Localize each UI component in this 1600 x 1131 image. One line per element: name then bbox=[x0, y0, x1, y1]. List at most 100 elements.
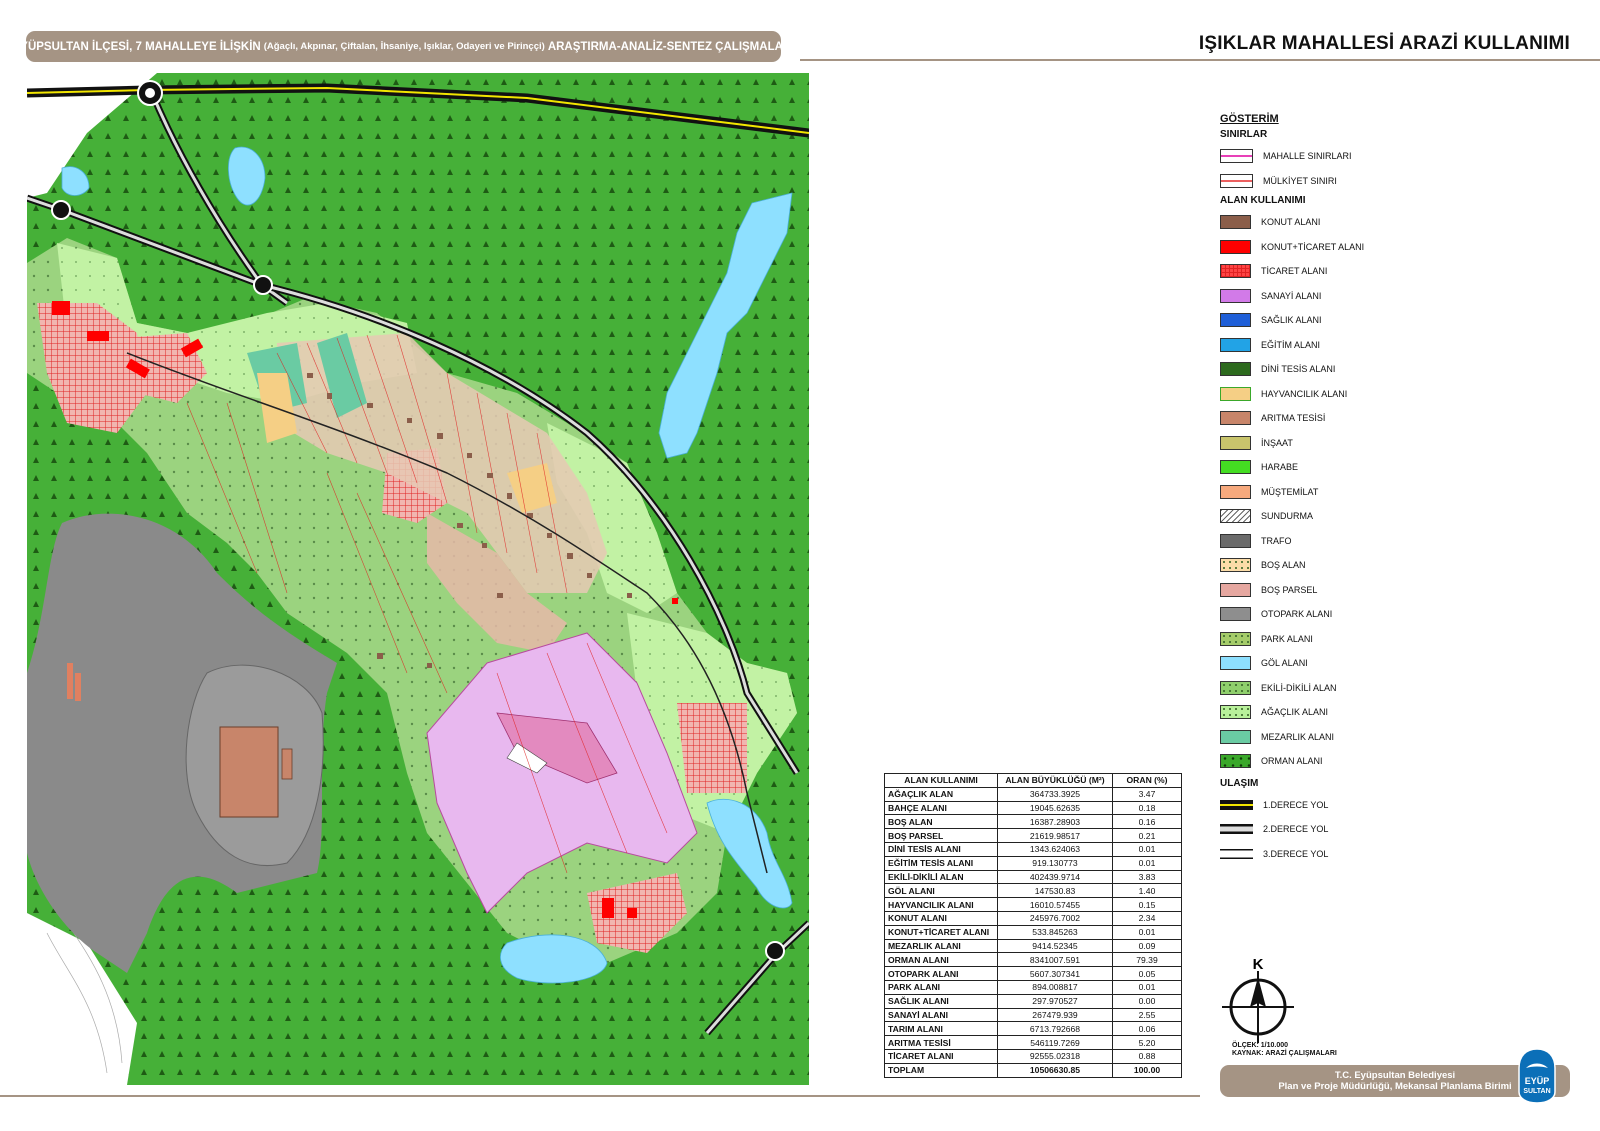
table-cell: 2.55 bbox=[1112, 1007, 1182, 1023]
table-cell: 16010.57455 bbox=[997, 897, 1113, 912]
table-cell: 10506630.85 bbox=[997, 1062, 1113, 1078]
table-row: BOŞ PARSEL 21619.98517 0.21 bbox=[884, 828, 1182, 843]
legend-label: AĞAÇLIK ALANI bbox=[1261, 707, 1329, 718]
legend-label: SAĞLIK ALANI bbox=[1261, 315, 1322, 326]
scale-note: ÖLÇEK: 1/10.000 KAYNAK: ARAZİ ÇALIŞMALAR… bbox=[1232, 1042, 1337, 1058]
legend-swatch bbox=[1220, 705, 1251, 720]
table-cell: MEZARLIK ALANI bbox=[884, 938, 998, 954]
footer-rule bbox=[0, 1095, 1200, 1097]
table-cell: 9414.52345 bbox=[997, 938, 1113, 954]
table-row: PARK ALANI 894.008817 0.01 bbox=[884, 979, 1182, 995]
table-cell: KONUT ALANI bbox=[884, 910, 998, 926]
table-header-row: ALAN KULLANIMI ALAN BÜYÜKLÜĞÜ (M²) ORAN … bbox=[884, 773, 1182, 788]
legend-swatch bbox=[1220, 239, 1251, 254]
legend-label: DİNİ TESİS ALANI bbox=[1261, 364, 1336, 375]
table-cell: 894.008817 bbox=[997, 979, 1113, 995]
legend-label: BOŞ PARSEL bbox=[1261, 584, 1318, 595]
table-cell: OTOPARK ALANI bbox=[884, 966, 998, 981]
table-cell: 3.47 bbox=[1112, 786, 1182, 802]
table-row: DİNİ TESİS ALANI 1343.624063 0.01 bbox=[884, 841, 1182, 857]
header-rule bbox=[800, 59, 1600, 61]
table-cell: 1343.624063 bbox=[997, 841, 1113, 857]
table-cell: 267479.939 bbox=[997, 1007, 1113, 1023]
table-cell: 546119.7269 bbox=[997, 1035, 1113, 1050]
map-legend: GÖSTERİM SINIRLAR MAHALLE SINIRLARI MÜLK… bbox=[1220, 113, 1480, 866]
table-cell: 19045.62635 bbox=[997, 800, 1113, 816]
table-cell: DİNİ TESİS ALANI bbox=[884, 841, 998, 857]
legend-item-land-use: HARABE bbox=[1220, 455, 1480, 480]
legend-swatch bbox=[1220, 411, 1251, 426]
table-cell: PARK ALANI bbox=[884, 979, 998, 995]
table-cell: 2.34 bbox=[1112, 910, 1182, 926]
legend-swatch bbox=[1220, 313, 1251, 328]
table-header: ORAN (%) bbox=[1112, 773, 1182, 788]
table-cell: EKİLİ-DİKİLİ ALAN bbox=[884, 869, 998, 885]
legend-item-land-use: DİNİ TESİS ALANI bbox=[1220, 357, 1480, 382]
legend-label: ARITMA TESİSİ bbox=[1261, 413, 1326, 424]
legend-item-primary-road: 1.DERECE YOL bbox=[1220, 793, 1480, 818]
legend-label: TRAFO bbox=[1261, 535, 1292, 546]
legend-item-land-use: KONUT ALANI bbox=[1220, 210, 1480, 235]
legend-land-use-list: KONUT ALANI KONUT+TİCARET ALANI TİCARET AL… bbox=[1220, 210, 1480, 774]
table-row: ARITMA TESİSİ 546119.7269 5.20 bbox=[884, 1035, 1182, 1050]
tertiary-road-icon bbox=[1220, 848, 1253, 859]
legend-swatch bbox=[1220, 484, 1251, 499]
legend-item-land-use: TRAFO bbox=[1220, 529, 1480, 554]
legend-label: HARABE bbox=[1261, 462, 1299, 473]
legend-label: İNŞAAT bbox=[1261, 437, 1293, 448]
table-cell: 919.130773 bbox=[997, 855, 1113, 871]
legend-swatch bbox=[1220, 607, 1251, 622]
table-cell: 0.06 bbox=[1112, 1021, 1182, 1037]
legend-label: TİCARET ALANI bbox=[1261, 266, 1328, 277]
legend-item-land-use: AĞAÇLIK ALANI bbox=[1220, 700, 1480, 725]
legend-item-land-use: BOŞ ALAN bbox=[1220, 553, 1480, 578]
table-row: ORMAN ALANI 8341007.591 79.39 bbox=[884, 952, 1182, 968]
table-cell: 245976.7002 bbox=[997, 910, 1113, 926]
table-row: KONUT+TİCARET ALANI 533.845263 0.01 bbox=[884, 924, 1182, 940]
legend-swatch bbox=[1220, 435, 1251, 450]
legend-label: SANAYİ ALANI bbox=[1261, 290, 1322, 301]
legend-item-land-use: EKİLİ-DİKİLİ ALAN bbox=[1220, 676, 1480, 701]
legend-land-use-heading: ALAN KULLANIMI bbox=[1220, 195, 1306, 206]
legend-item-land-use: OTOPARK ALANI bbox=[1220, 602, 1480, 627]
legend-label: MEZARLIK ALANI bbox=[1261, 731, 1335, 742]
table-row: BAHÇE ALANI 19045.62635 0.18 bbox=[884, 800, 1182, 816]
table-row: MEZARLIK ALANI 9414.52345 0.09 bbox=[884, 938, 1182, 954]
legend-swatch bbox=[1220, 656, 1251, 671]
table-cell: 21619.98517 bbox=[997, 828, 1113, 843]
table-cell: 402439.9714 bbox=[997, 869, 1113, 885]
table-cell: HAYVANCILIK ALANI bbox=[884, 897, 998, 912]
legend-item-land-use: MEZARLIK ALANI bbox=[1220, 725, 1480, 750]
legend-swatch bbox=[1220, 558, 1251, 573]
legend-item-land-use: İNŞAAT bbox=[1220, 431, 1480, 456]
header-neighbourhoods: (Ağaçlı, Akpınar, Çiftalan, İhsaniye, Iş… bbox=[263, 41, 545, 52]
table-cell: 0.01 bbox=[1112, 855, 1182, 871]
secondary-road-icon bbox=[1220, 824, 1253, 835]
table-cell: 0.05 bbox=[1112, 966, 1182, 981]
legend-label: BOŞ ALAN bbox=[1261, 560, 1306, 571]
legend-swatch bbox=[1220, 533, 1251, 548]
table-cell: 0.21 bbox=[1112, 828, 1182, 843]
map-title: IŞIKLAR MAHALLESİ ARAZİ KULLANIMI bbox=[1198, 33, 1570, 54]
source-text: KAYNAK: ARAZİ ÇALIŞMALARI bbox=[1232, 1050, 1337, 1057]
legend-swatch bbox=[1220, 754, 1251, 769]
legend-swatch bbox=[1220, 460, 1251, 475]
table-cell: 147530.83 bbox=[997, 883, 1113, 899]
table-cell: KONUT+TİCARET ALANI bbox=[884, 924, 998, 940]
legend-label: PARK ALANI bbox=[1261, 633, 1313, 644]
table-cell: 16387.28903 bbox=[997, 814, 1113, 830]
legend-swatch bbox=[1220, 680, 1251, 695]
table-cell: 297.970527 bbox=[997, 993, 1113, 1009]
legend-item-neighbourhood-boundary: MAHALLE SINIRLARI bbox=[1220, 144, 1480, 169]
table-cell: 6713.792668 bbox=[997, 1021, 1113, 1037]
legend-swatch bbox=[1220, 264, 1251, 279]
table-cell: ARITMA TESİSİ bbox=[884, 1035, 998, 1050]
legend-heading: GÖSTERİM bbox=[1220, 113, 1279, 125]
table-row: BOŞ ALAN 16387.28903 0.16 bbox=[884, 814, 1182, 830]
land-use-map[interactable] bbox=[27, 73, 809, 1085]
table-row: KONUT ALANI 245976.7002 2.34 bbox=[884, 910, 1182, 926]
table-row: AĞAÇLIK ALAN 364733.3925 3.47 bbox=[884, 786, 1182, 802]
legend-swatch bbox=[1220, 729, 1251, 744]
legend-label: EKİLİ-DİKİLİ ALAN bbox=[1261, 682, 1337, 693]
legend-item-secondary-road: 2.DERECE YOL bbox=[1220, 817, 1480, 842]
